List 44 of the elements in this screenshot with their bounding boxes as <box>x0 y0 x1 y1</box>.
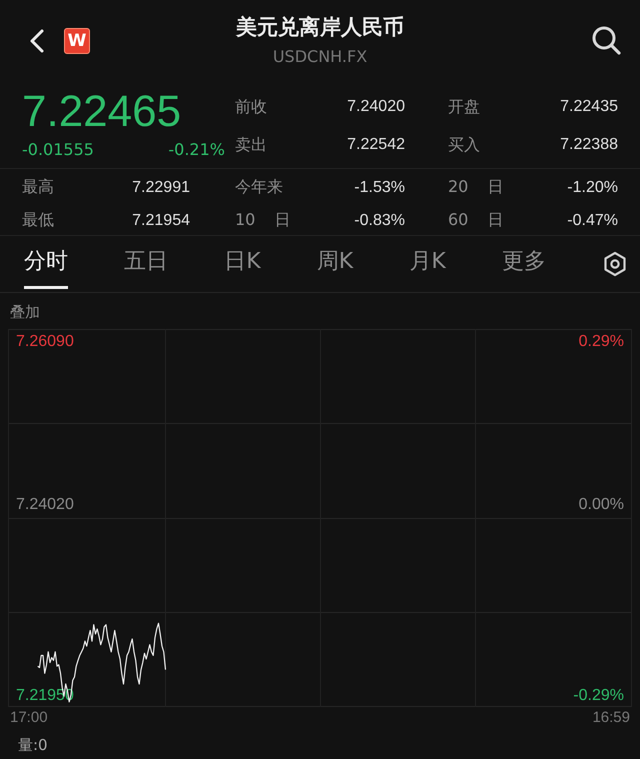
app-logo: W <box>64 28 90 54</box>
stat-label: 20 日 <box>448 177 504 198</box>
chart-tab[interactable]: 月K <box>409 240 446 288</box>
stat-label: 最低 <box>22 210 54 231</box>
stat-value: 7.24020 <box>347 98 405 116</box>
volume-label: 量:0 <box>17 735 48 755</box>
stat-value: 7.22991 <box>132 178 190 196</box>
chart-tab[interactable]: 周K <box>316 240 354 288</box>
percent-level: 0.29% <box>578 333 624 351</box>
stat-label: 今年来 <box>235 177 283 198</box>
stat-value: -1.20% <box>567 178 618 196</box>
search-icon[interactable] <box>592 26 622 56</box>
stat-value: 7.22542 <box>347 136 405 154</box>
stat-label: 10 日 <box>235 210 290 231</box>
stat-value: 7.22435 <box>560 98 618 116</box>
chart-tab[interactable]: 更多 <box>502 240 546 288</box>
chart-tab[interactable]: 分时 <box>24 240 68 288</box>
chart-tab[interactable]: 日K <box>224 240 261 288</box>
percent-level: 0.00% <box>578 496 624 514</box>
stat-label: 开盘 <box>448 96 480 118</box>
page-title: 美元兑离岸人民币 <box>236 14 404 40</box>
stat-value: 7.22388 <box>560 136 618 154</box>
stat-value: 7.21954 <box>132 212 190 230</box>
stat-label: 前收 <box>235 96 267 118</box>
symbol-code: USDCNH.FX <box>272 46 368 66</box>
percent-change: -0.21% <box>168 140 225 159</box>
settings-icon[interactable] <box>602 251 628 277</box>
stat-label: 买入 <box>448 134 480 156</box>
stat-label: 60 日 <box>448 210 504 231</box>
overlay-button[interactable]: 叠加 <box>0 293 40 329</box>
price-level: 7.26090 <box>16 333 74 351</box>
price-change: -0.01555 <box>22 140 94 159</box>
stat-value: -1.53% <box>354 178 405 196</box>
back-icon[interactable] <box>28 28 46 54</box>
percent-level: -0.29% <box>573 687 624 705</box>
stat-value: -0.47% <box>567 212 618 230</box>
chart-tab[interactable]: 五日 <box>124 240 168 288</box>
stat-label: 卖出 <box>235 134 267 156</box>
price-level: 7.24020 <box>16 496 74 514</box>
stat-value: -0.83% <box>354 212 405 230</box>
time-label: 16:59 <box>592 709 630 726</box>
time-label: 17:00 <box>10 709 48 726</box>
current-price: 7.22465 <box>22 88 182 136</box>
stat-label: 最高 <box>22 177 54 198</box>
